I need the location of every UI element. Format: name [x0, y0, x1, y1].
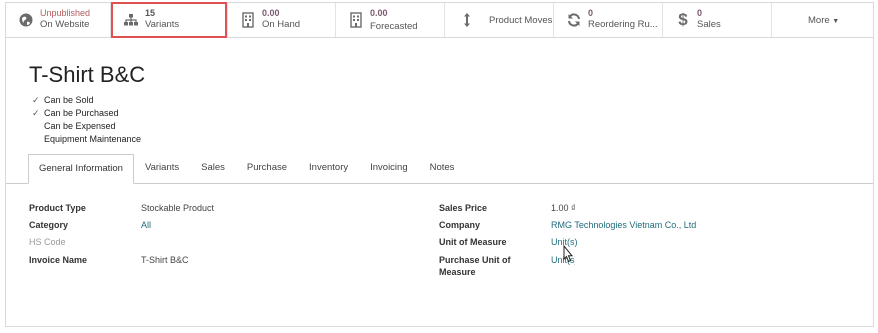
hs-code-value[interactable]: [141, 236, 261, 248]
company-label: Company: [439, 220, 481, 230]
sales-price-value[interactable]: 1.00 ₫: [551, 202, 576, 214]
building-icon: [350, 12, 362, 28]
notebook-tabs: General Information Variants Sales Purch…: [28, 154, 465, 184]
more-label-text: More: [808, 15, 830, 26]
reordering-count: 0: [588, 8, 594, 18]
forecasted-value: 0.00: [370, 8, 388, 18]
product-type-value[interactable]: Stockable Product: [141, 202, 214, 214]
on-hand-button[interactable]: 0.00 On Hand: [228, 3, 336, 37]
tab-purchase[interactable]: Purchase: [236, 154, 298, 184]
website-button[interactable]: Unpublished On Website: [6, 3, 111, 37]
product-name[interactable]: T-Shirt B&C: [29, 62, 145, 88]
product-type-label: Product Type: [29, 203, 86, 213]
sales-label: Sales: [697, 19, 721, 30]
check-icon: ✓: [32, 108, 40, 118]
building-icon: [242, 12, 254, 28]
sales-button[interactable]: $ 0 Sales: [663, 3, 772, 37]
reordering-label: Reordering Ru...: [588, 19, 658, 30]
flag-label: Can be Expensed: [44, 121, 116, 131]
sitemap-icon: [124, 14, 138, 26]
product-form-sheet: Unpublished On Website 15 Variants 0.00 …: [5, 2, 874, 327]
sales-price-label: Sales Price: [439, 203, 488, 213]
more-button[interactable]: More ▼: [772, 3, 873, 37]
refresh-icon: [568, 13, 580, 27]
check-icon: ✓: [32, 95, 40, 105]
tab-invoicing[interactable]: Invoicing: [359, 154, 419, 184]
category-label: Category: [29, 220, 69, 230]
forecasted-label: Forecasted: [370, 21, 418, 32]
website-label: On Website: [40, 19, 90, 30]
flag-can-be-expensed[interactable]: Can be Expensed: [32, 120, 141, 133]
dollar-icon: $: [678, 10, 688, 29]
product-moves-label: Product Moves: [489, 15, 553, 26]
caret-down-icon: ▼: [832, 18, 840, 25]
hs-code-label: HS Code: [29, 237, 66, 247]
purchase-uom-label-line2: Measure: [439, 267, 476, 277]
on-hand-value: 0.00: [262, 8, 280, 18]
tab-notes[interactable]: Notes: [419, 154, 466, 184]
on-hand-label: On Hand: [262, 19, 301, 30]
globe-icon: [19, 13, 33, 27]
tab-general-information[interactable]: General Information: [28, 154, 134, 184]
purchase-uom-label-line1: Purchase Unit of: [439, 255, 511, 265]
forecasted-button[interactable]: 0.00 Forecasted: [336, 3, 445, 37]
purchase-uom-label: Purchase Unit of Measure: [439, 254, 511, 278]
tab-inventory[interactable]: Inventory: [298, 154, 359, 184]
tab-variants[interactable]: Variants: [134, 154, 190, 184]
reordering-rules-button[interactable]: 0 Reordering Ru...: [554, 3, 663, 37]
flag-equipment-maintenance[interactable]: Equipment Maintenance: [32, 133, 141, 146]
website-status: Unpublished: [40, 8, 91, 18]
uom-label: Unit of Measure: [439, 237, 507, 247]
product-flags: ✓ Can be Sold ✓ Can be Purchased Can be …: [32, 94, 141, 146]
company-value[interactable]: RMG Technologies Vietnam Co., Ltd: [551, 219, 696, 231]
variants-label: Variants: [145, 19, 180, 30]
sales-count: 0: [697, 8, 703, 18]
flag-label: Equipment Maintenance: [44, 134, 142, 144]
tab-sales[interactable]: Sales: [190, 154, 236, 184]
variants-button[interactable]: 15 Variants: [111, 2, 228, 38]
category-value[interactable]: All: [141, 219, 151, 231]
variants-count: 15: [145, 8, 156, 18]
flag-label: Can be Purchased: [44, 108, 119, 118]
flag-can-be-purchased[interactable]: ✓ Can be Purchased: [32, 107, 141, 120]
invoice-name-label: Invoice Name: [29, 255, 88, 265]
invoice-name-value[interactable]: T-Shirt B&C: [141, 254, 189, 266]
arrows-v-icon: [464, 13, 470, 27]
smart-button-box: Unpublished On Website 15 Variants 0.00 …: [6, 2, 873, 38]
flag-label: Can be Sold: [44, 95, 94, 105]
product-moves-button[interactable]: Product Moves: [445, 3, 554, 37]
flag-can-be-sold[interactable]: ✓ Can be Sold: [32, 94, 141, 107]
mouse-pointer-icon: [563, 245, 574, 263]
more-label: More ▼: [808, 15, 839, 26]
